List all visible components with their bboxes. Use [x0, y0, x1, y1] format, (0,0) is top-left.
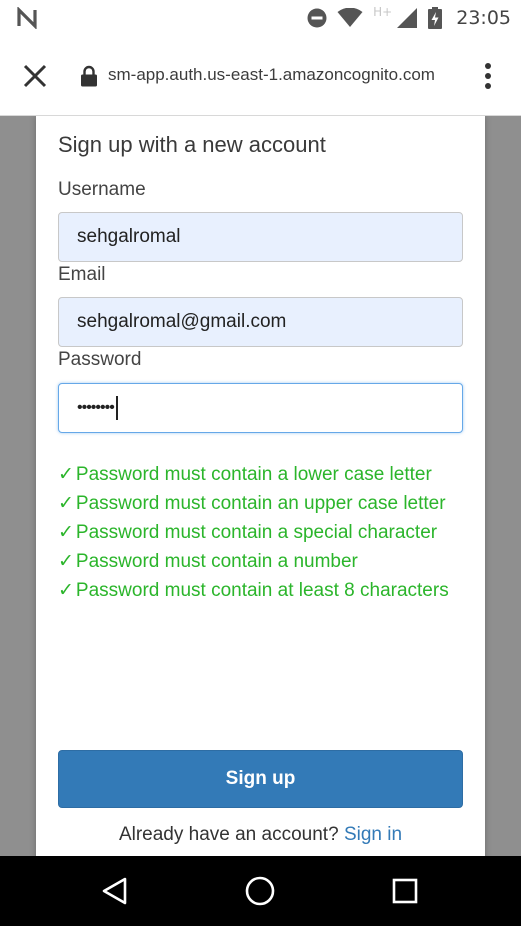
custom-tab-toolbar: sm-app.auth.us-east-1.amazoncognito.com [0, 36, 521, 116]
status-bar: H+ 23:05 [0, 0, 521, 36]
recents-square-icon[interactable] [392, 878, 418, 904]
notification-n-icon [17, 7, 37, 29]
close-icon[interactable] [20, 61, 50, 91]
check-icon: ✓ [58, 464, 74, 485]
signup-card: Sign up with a new account Username sehg… [36, 116, 485, 856]
username-label: Username [58, 179, 146, 200]
username-value: sehgalromal [77, 226, 181, 247]
lock-icon [81, 65, 97, 87]
email-value: sehgalromal@gmail.com [77, 311, 287, 332]
page-title: Sign up with a new account [58, 132, 326, 157]
url-text[interactable]: sm-app.auth.us-east-1.amazoncognito.com [108, 65, 435, 85]
wifi-icon [337, 8, 363, 27]
email-label: Email [58, 264, 106, 285]
signin-prompt: Already have an account? [118, 824, 339, 845]
back-triangle-icon[interactable] [100, 876, 130, 906]
signal-icon [397, 8, 418, 28]
requirement-item: ✓ Password must contain a number [58, 551, 358, 572]
status-icons: H+ 23:05 [307, 4, 511, 32]
signin-link[interactable]: Sign in [344, 824, 402, 845]
more-vert-icon[interactable] [476, 61, 500, 91]
requirement-item: ✓ Password must contain a lower case lett… [58, 464, 432, 485]
battery-charging-icon [428, 7, 443, 29]
check-icon: ✓ [58, 522, 74, 543]
clock: 23:05 [456, 7, 511, 29]
network-type-label: H+ [373, 5, 393, 19]
text-caret [115, 396, 118, 420]
do-not-disturb-icon [307, 8, 327, 28]
system-nav-bar [0, 856, 521, 926]
requirement-item: ✓ Password must contain a special charact… [58, 522, 438, 543]
password-label: Password [58, 349, 142, 370]
web-content: Sign up with a new account Username sehg… [0, 116, 521, 856]
check-icon: ✓ [58, 493, 74, 514]
password-requirements: ✓ Password must contain a lower case lett… [58, 460, 463, 605]
check-icon: ✓ [58, 551, 74, 572]
home-circle-icon[interactable] [244, 875, 276, 907]
signup-button[interactable]: Sign up [58, 750, 463, 808]
email-input[interactable]: sehgalromal@gmail.com [58, 297, 463, 347]
check-icon: ✓ [58, 580, 74, 601]
requirement-item: ✓ Password must contain at least 8 charac… [58, 580, 449, 601]
signin-prompt-line: Already have an account? Sign in [36, 824, 485, 846]
requirement-item: ✓ Password must contain an upper case let… [58, 493, 446, 514]
password-value: •••••••• [77, 399, 115, 416]
password-input[interactable]: •••••••• [58, 383, 463, 433]
username-input[interactable]: sehgalromal [58, 212, 463, 262]
